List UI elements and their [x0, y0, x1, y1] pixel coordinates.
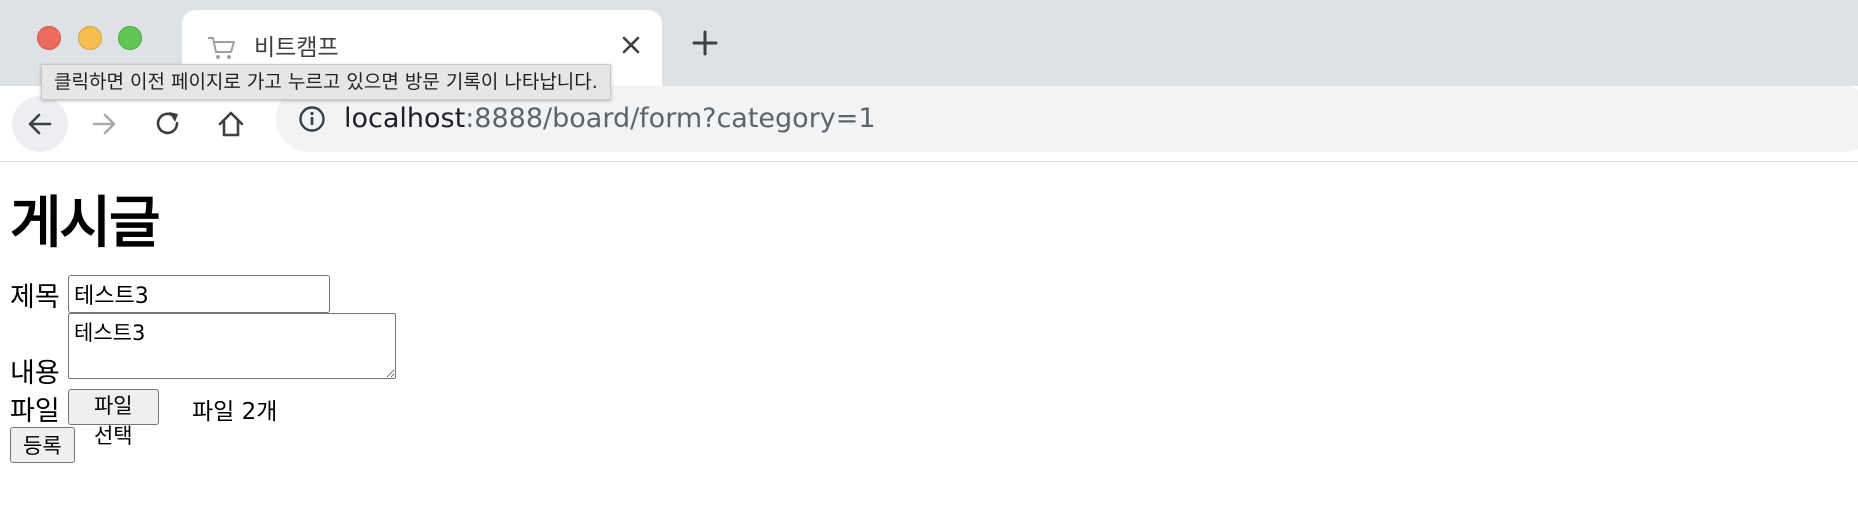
- content-textarea[interactable]: 테스트3: [68, 313, 396, 380]
- new-tab-plus-icon[interactable]: [690, 28, 720, 58]
- title-row: 제목: [10, 275, 330, 314]
- content-label: 내용: [10, 358, 60, 390]
- file-select-button[interactable]: 파일 선택: [68, 389, 159, 448]
- url-path: :8888/board/form?category=1: [465, 103, 876, 134]
- close-icon[interactable]: [616, 30, 646, 60]
- content-row: 내용 테스트3: [10, 313, 396, 390]
- file-label: 파일: [10, 396, 60, 428]
- submit-row: 등록: [10, 427, 159, 464]
- window-close-button[interactable]: [37, 26, 61, 50]
- title-input[interactable]: [68, 275, 330, 314]
- window-zoom-button[interactable]: [118, 26, 142, 50]
- tab-title: 비트캠프: [254, 35, 339, 61]
- url-host: localhost: [344, 103, 466, 134]
- file-status: 파일 2개: [192, 399, 278, 426]
- url-text[interactable]: localhost:8888/board/form?category=1: [344, 103, 876, 134]
- back-button[interactable]: [12, 96, 68, 152]
- page-title: 게시글: [10, 191, 161, 256]
- reload-button[interactable]: [140, 96, 196, 152]
- info-icon[interactable]: [298, 105, 326, 133]
- page-content: 게시글 제목 내용 테스트3 파일 파일 선택 파일 2개 등록: [10, 190, 396, 464]
- file-row: 파일 파일 선택 파일 2개: [10, 389, 277, 448]
- arrow-right-icon: [92, 113, 116, 135]
- reload-icon: [156, 112, 179, 135]
- title-label: 제목: [10, 282, 60, 314]
- home-icon: [218, 111, 244, 137]
- arrow-left-icon: [28, 113, 52, 135]
- forward-button[interactable]: [76, 96, 132, 152]
- submit-button[interactable]: 등록: [10, 427, 75, 464]
- window-minimize-button[interactable]: [78, 26, 102, 50]
- back-button-tooltip: 클릭하면 이전 페이지로 가고 누르고 있으면 방문 기록이 나타납니다.: [41, 64, 611, 100]
- home-button[interactable]: [203, 96, 259, 152]
- cart-icon: [208, 37, 235, 59]
